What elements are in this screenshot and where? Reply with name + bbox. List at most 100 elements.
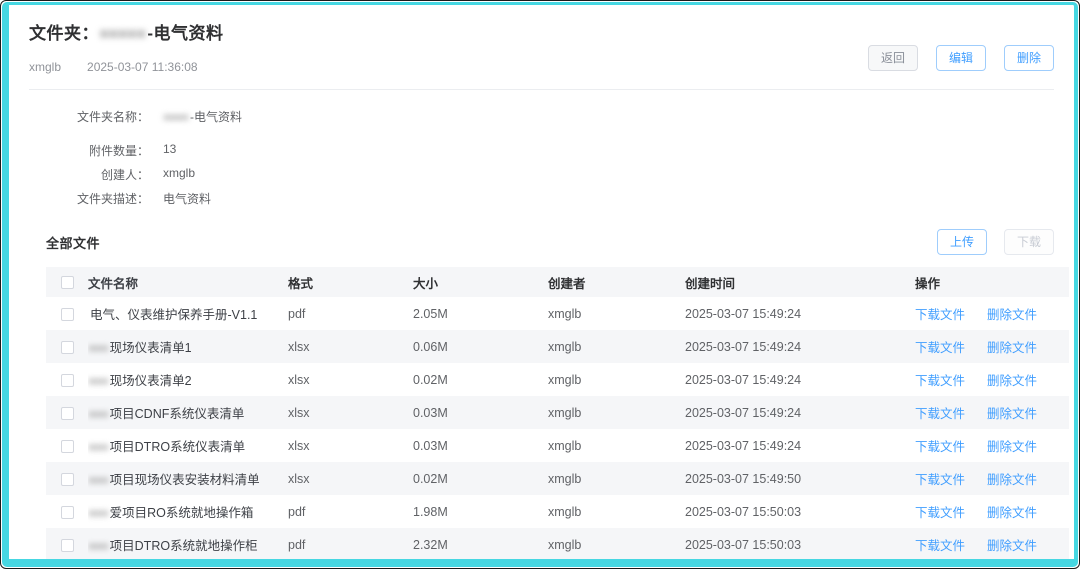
row-checkbox[interactable] bbox=[61, 308, 74, 321]
file-name-cell: ■■■现场仪表清单2 bbox=[88, 363, 288, 396]
delete-button[interactable]: 删除 bbox=[1004, 45, 1054, 71]
detail-label: 创建人： bbox=[29, 166, 149, 183]
file-format: xlsx bbox=[288, 363, 413, 396]
file-name: 电气、仪表维护保养手册-V1.1 bbox=[90, 308, 257, 322]
table-row: ■■■现场仪表清单2 xlsx 0.02M xmglb 2025-03-07 1… bbox=[46, 363, 1069, 396]
download-file-link[interactable]: 下载文件 bbox=[915, 473, 965, 487]
file-actions-cell: 下载文件 删除文件 bbox=[915, 528, 1069, 561]
table-row: ■■■现场仪表清单1 xlsx 0.06M xmglb 2025-03-07 1… bbox=[46, 330, 1069, 363]
delete-file-link[interactable]: 删除文件 bbox=[987, 539, 1037, 553]
table-row: ■■■项目DTRO系统仪表清单 xlsx 0.03M xmglb 2025-03… bbox=[46, 429, 1069, 462]
file-size: 1.98M bbox=[413, 495, 548, 528]
detail-label: 文件夹名称： bbox=[29, 108, 149, 125]
download-file-link[interactable]: 下载文件 bbox=[915, 506, 965, 520]
header-format: 格式 bbox=[288, 267, 413, 297]
table-row: 电气、仪表维护保养手册-V1.1 pdf 2.05M xmglb 2025-03… bbox=[46, 297, 1069, 330]
detail-row-description: 文件夹描述： 电气资料 bbox=[29, 190, 1054, 207]
file-created-time: 2025-03-07 15:50:03 bbox=[685, 495, 915, 528]
file-creator: xmglb bbox=[548, 396, 685, 429]
row-checkbox[interactable] bbox=[61, 440, 74, 453]
file-actions-cell: 下载文件 删除文件 bbox=[915, 330, 1069, 363]
title-redacted-text: ■■■■■ bbox=[99, 24, 145, 43]
download-button[interactable]: 下载 bbox=[1004, 229, 1054, 255]
file-name: 项目CDNF系统仪表清单 bbox=[110, 407, 245, 421]
download-file-link[interactable]: 下载文件 bbox=[915, 341, 965, 355]
header-actions: 操作 bbox=[915, 267, 1069, 297]
file-format: xlsx bbox=[288, 462, 413, 495]
files-section-header: 全部文件 上传 下载 bbox=[29, 229, 1054, 255]
row-checkbox[interactable] bbox=[61, 539, 74, 552]
file-creator: xmglb bbox=[548, 528, 685, 561]
download-file-link[interactable]: 下载文件 bbox=[915, 374, 965, 388]
row-checkbox[interactable] bbox=[61, 506, 74, 519]
files-button-group: 上传 下载 bbox=[937, 229, 1054, 255]
file-creator: xmglb bbox=[548, 495, 685, 528]
redacted-text: ■■■ bbox=[88, 473, 108, 487]
file-name: 爱项目RO系统就地操作箱 bbox=[110, 506, 254, 520]
table-row: ■■■爱项目RO系统就地操作箱 pdf 1.98M xmglb 2025-03-… bbox=[46, 495, 1069, 528]
edit-button[interactable]: 编辑 bbox=[936, 45, 986, 71]
header-creator: 创建者 bbox=[548, 267, 685, 297]
row-checkbox[interactable] bbox=[61, 473, 74, 486]
delete-file-link[interactable]: 删除文件 bbox=[987, 440, 1037, 454]
row-checkbox[interactable] bbox=[61, 407, 74, 420]
download-file-link[interactable]: 下载文件 bbox=[915, 440, 965, 454]
file-creator: xmglb bbox=[548, 297, 685, 330]
detail-label: 文件夹描述： bbox=[29, 190, 149, 207]
redacted-text: ■■■ bbox=[88, 506, 108, 520]
file-size: 0.06M bbox=[413, 330, 548, 363]
file-actions-cell: 下载文件 删除文件 bbox=[915, 363, 1069, 396]
file-creator: xmglb bbox=[548, 429, 685, 462]
page-content: 文件夹：■■■■■-电气资料 xmglb 2025-03-07 11:36:08… bbox=[9, 5, 1074, 559]
file-table: 文件名称 格式 大小 创建者 创建时间 操作 电气、仪表维护保养手册-V1.1 … bbox=[46, 267, 1054, 561]
file-actions-cell: 下载文件 删除文件 bbox=[915, 297, 1069, 330]
table-header-row: 文件名称 格式 大小 创建者 创建时间 操作 bbox=[46, 267, 1069, 297]
file-name: 现场仪表清单1 bbox=[110, 341, 192, 355]
file-created-time: 2025-03-07 15:49:24 bbox=[685, 429, 915, 462]
delete-file-link[interactable]: 删除文件 bbox=[987, 473, 1037, 487]
download-file-link[interactable]: 下载文件 bbox=[915, 539, 965, 553]
detail-value: xmglb bbox=[163, 166, 195, 183]
cyan-border-frame: 文件夹：■■■■■-电气资料 xmglb 2025-03-07 11:36:08… bbox=[2, 2, 1078, 567]
page-title: 文件夹：■■■■■-电气资料 bbox=[29, 19, 1054, 44]
file-creator: xmglb bbox=[548, 330, 685, 363]
row-checkbox[interactable] bbox=[61, 341, 74, 354]
file-created-time: 2025-03-07 15:49:24 bbox=[685, 297, 915, 330]
delete-file-link[interactable]: 删除文件 bbox=[987, 506, 1037, 520]
delete-file-link[interactable]: 删除文件 bbox=[987, 374, 1037, 388]
row-checkbox[interactable] bbox=[61, 374, 74, 387]
file-name-cell: ■■■项目CDNF系统仪表清单 bbox=[88, 396, 288, 429]
upload-button[interactable]: 上传 bbox=[937, 229, 987, 255]
detail-row-folder-name: 文件夹名称： ■■■■-电气资料 bbox=[29, 108, 1054, 125]
redacted-text: ■■■ bbox=[88, 407, 108, 421]
file-size: 0.03M bbox=[413, 429, 548, 462]
download-file-link[interactable]: 下载文件 bbox=[915, 308, 965, 322]
file-created-time: 2025-03-07 15:49:24 bbox=[685, 330, 915, 363]
table-row: ■■■项目现场仪表安装材料清单 xlsx 0.02M xmglb 2025-03… bbox=[46, 462, 1069, 495]
file-creator: xmglb bbox=[548, 462, 685, 495]
detail-value: ■■■■-电气资料 bbox=[163, 108, 242, 125]
file-actions-cell: 下载文件 删除文件 bbox=[915, 429, 1069, 462]
table-row: ■■■项目DTRO系统就地操作柜 pdf 2.32M xmglb 2025-03… bbox=[46, 528, 1069, 561]
header-created-time: 创建时间 bbox=[685, 267, 915, 297]
delete-file-link[interactable]: 删除文件 bbox=[987, 341, 1037, 355]
file-format: xlsx bbox=[288, 429, 413, 462]
header-size: 大小 bbox=[413, 267, 548, 297]
file-name: 项目现场仪表安装材料清单 bbox=[110, 473, 260, 487]
delete-file-link[interactable]: 删除文件 bbox=[987, 407, 1037, 421]
file-size: 0.03M bbox=[413, 396, 548, 429]
select-all-checkbox[interactable] bbox=[61, 276, 74, 289]
detail-row-creator: 创建人： xmglb bbox=[29, 166, 1054, 183]
download-file-link[interactable]: 下载文件 bbox=[915, 407, 965, 421]
folder-created-time: 2025-03-07 11:36:08 bbox=[87, 60, 198, 74]
file-name-cell: ■■■项目现场仪表安装材料清单 bbox=[88, 462, 288, 495]
back-button[interactable]: 返回 bbox=[868, 45, 918, 71]
file-size: 0.02M bbox=[413, 462, 548, 495]
file-created-time: 2025-03-07 15:50:03 bbox=[685, 528, 915, 561]
file-created-time: 2025-03-07 15:49:50 bbox=[685, 462, 915, 495]
file-table-body: 电气、仪表维护保养手册-V1.1 pdf 2.05M xmglb 2025-03… bbox=[46, 297, 1069, 561]
title-prefix: 文件夹： bbox=[29, 24, 99, 43]
delete-file-link[interactable]: 删除文件 bbox=[987, 308, 1037, 322]
redacted-text: ■■■ bbox=[88, 440, 108, 454]
title-suffix: -电气资料 bbox=[147, 24, 223, 43]
